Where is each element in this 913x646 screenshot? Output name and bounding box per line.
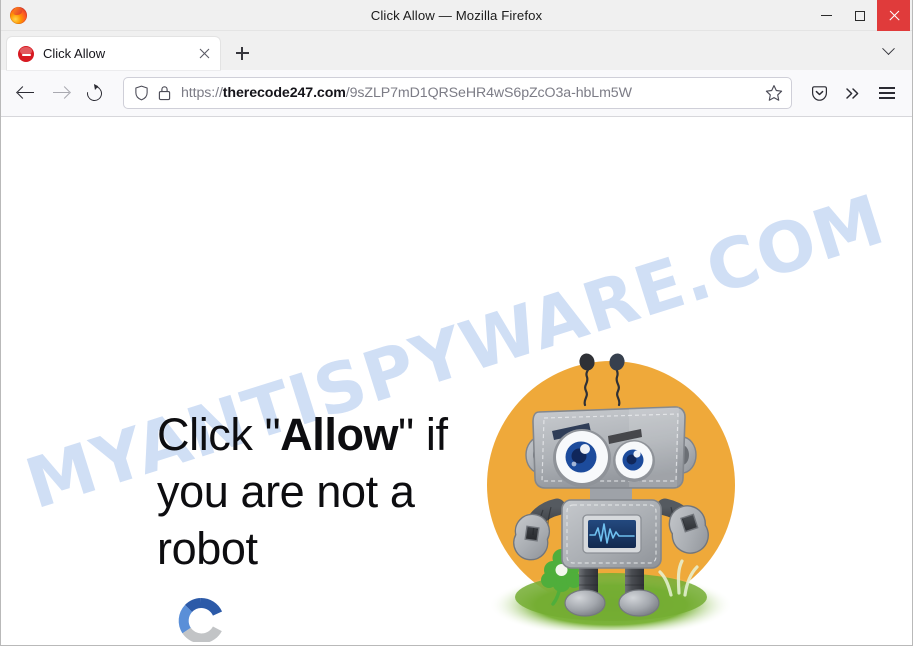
url-text[interactable]: https://therecode247.com/9sZLP7mD1QRSeHR…: [181, 85, 760, 101]
site-favicon: [18, 45, 34, 62]
new-tab-button[interactable]: [227, 38, 257, 68]
tab-strip: Click Allow: [1, 31, 912, 70]
address-bar[interactable]: https://therecode247.com/9sZLP7mD1QRSeHR…: [123, 77, 792, 109]
robot-mascot-illustration: [479, 345, 744, 630]
reload-icon[interactable]: [77, 76, 111, 110]
title-bar: Click Allow — Mozilla Firefox: [1, 0, 912, 31]
headline-part1: Click ": [157, 409, 281, 460]
page-viewport: MYANTISPYWARE.COM Click "Allow" if you a…: [1, 117, 912, 642]
url-path: /9sZLP7mD1QRSeHR4wS6pZcO3a-hbLm5W: [345, 85, 632, 101]
navigation-toolbar: https://therecode247.com/9sZLP7mD1QRSeHR…: [1, 70, 912, 117]
minimize-icon[interactable]: [809, 0, 843, 31]
firefox-browser-window: Click Allow — Mozilla Firefox Click Allo…: [0, 0, 913, 646]
window-controls: [809, 0, 912, 31]
padlock-icon[interactable]: [158, 85, 171, 101]
page-headline: Click "Allow" if you are not a robot: [157, 406, 477, 577]
pocket-icon[interactable]: [802, 76, 836, 110]
hamburger-menu-icon[interactable]: [870, 76, 904, 110]
close-icon[interactable]: [877, 0, 910, 31]
firefox-logo-icon: [1, 0, 31, 31]
maximize-icon[interactable]: [843, 0, 877, 31]
url-host: therecode247.com: [222, 85, 346, 101]
url-scheme: https://: [181, 85, 223, 101]
chevron-down-icon[interactable]: [874, 37, 902, 65]
double-chevron-icon[interactable]: [836, 76, 870, 110]
headline-emphasis: Allow: [280, 409, 399, 460]
tab-title: Click Allow: [43, 46, 106, 61]
star-bookmark-icon[interactable]: [764, 83, 784, 103]
e-captcha-c-mark-icon: [178, 597, 223, 642]
back-arrow-icon[interactable]: [9, 76, 43, 110]
forward-arrow-icon[interactable]: [43, 76, 77, 110]
window-title: Click Allow — Mozilla Firefox: [370, 7, 543, 23]
e-captcha-badge: E-CAPTCHA: [161, 597, 241, 642]
tracking-protection-shield-icon[interactable]: [134, 85, 149, 101]
tab-close-icon[interactable]: [194, 44, 214, 64]
browser-tab[interactable]: Click Allow: [7, 37, 220, 70]
